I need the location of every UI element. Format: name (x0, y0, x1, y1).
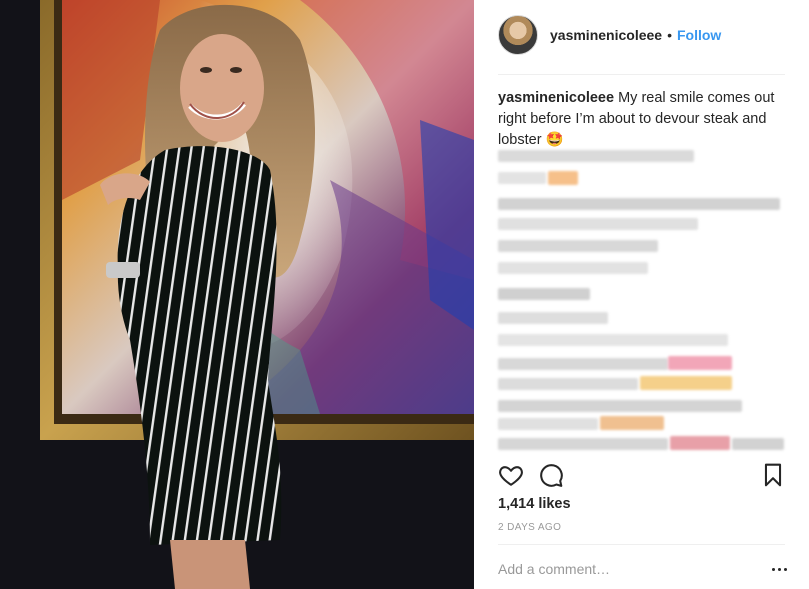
caption-username[interactable]: yasminenicoleee (498, 90, 614, 106)
redacted-comment-line (498, 438, 668, 450)
redacted-comment-line (498, 218, 698, 230)
bookmark-icon[interactable] (760, 462, 788, 490)
comment-bubble-icon[interactable] (538, 462, 566, 490)
separator-dot: • (667, 27, 672, 43)
ellipsis-dot (783, 567, 787, 571)
post-photo[interactable] (0, 0, 474, 589)
redacted-comment-line (498, 400, 742, 412)
redacted-comment-emoji (670, 436, 730, 450)
redacted-comment-emoji (548, 171, 578, 185)
comment-divider (498, 544, 785, 545)
redacted-comment-emoji (640, 376, 732, 390)
post-action-bar (498, 462, 785, 490)
likes-count[interactable]: 1,414 likes (498, 496, 571, 512)
redacted-comment-line (498, 150, 694, 162)
redacted-comment-line (498, 312, 608, 324)
redacted-comment-emoji (668, 356, 732, 370)
photo-illustration (0, 0, 474, 589)
heart-icon[interactable] (498, 462, 526, 490)
redacted-comment-line (498, 418, 598, 430)
post-timestamp[interactable]: 2 DAYS AGO (498, 522, 561, 533)
ellipsis-dot (777, 567, 781, 571)
ellipsis-dot (771, 567, 775, 571)
header-divider (498, 74, 785, 75)
avatar[interactable] (498, 15, 538, 55)
redacted-comment-line (498, 378, 638, 390)
redacted-comment-emoji (600, 416, 664, 430)
redacted-comment-line (498, 262, 648, 274)
post-header: yasminenicoleee • Follow (498, 14, 721, 56)
redacted-comment-line (498, 240, 658, 252)
follow-button[interactable]: Follow (677, 27, 721, 43)
redacted-comment-line (732, 438, 784, 450)
redacted-comment-line (498, 198, 780, 210)
ellipsis-icon[interactable] (769, 556, 789, 582)
add-comment-input[interactable] (498, 556, 754, 582)
redacted-comment-line (498, 358, 668, 370)
post-caption: yasminenicoleee My real smile comes out … (498, 88, 788, 151)
redacted-comment-line (498, 288, 590, 300)
author-username[interactable]: yasminenicoleee (550, 27, 662, 43)
comments-list-redacted (498, 146, 788, 458)
redacted-comment-line (498, 172, 546, 184)
post-sidebar: yasminenicoleee • Follow yasminenicoleee… (474, 0, 809, 589)
redacted-comment-line (498, 334, 728, 346)
